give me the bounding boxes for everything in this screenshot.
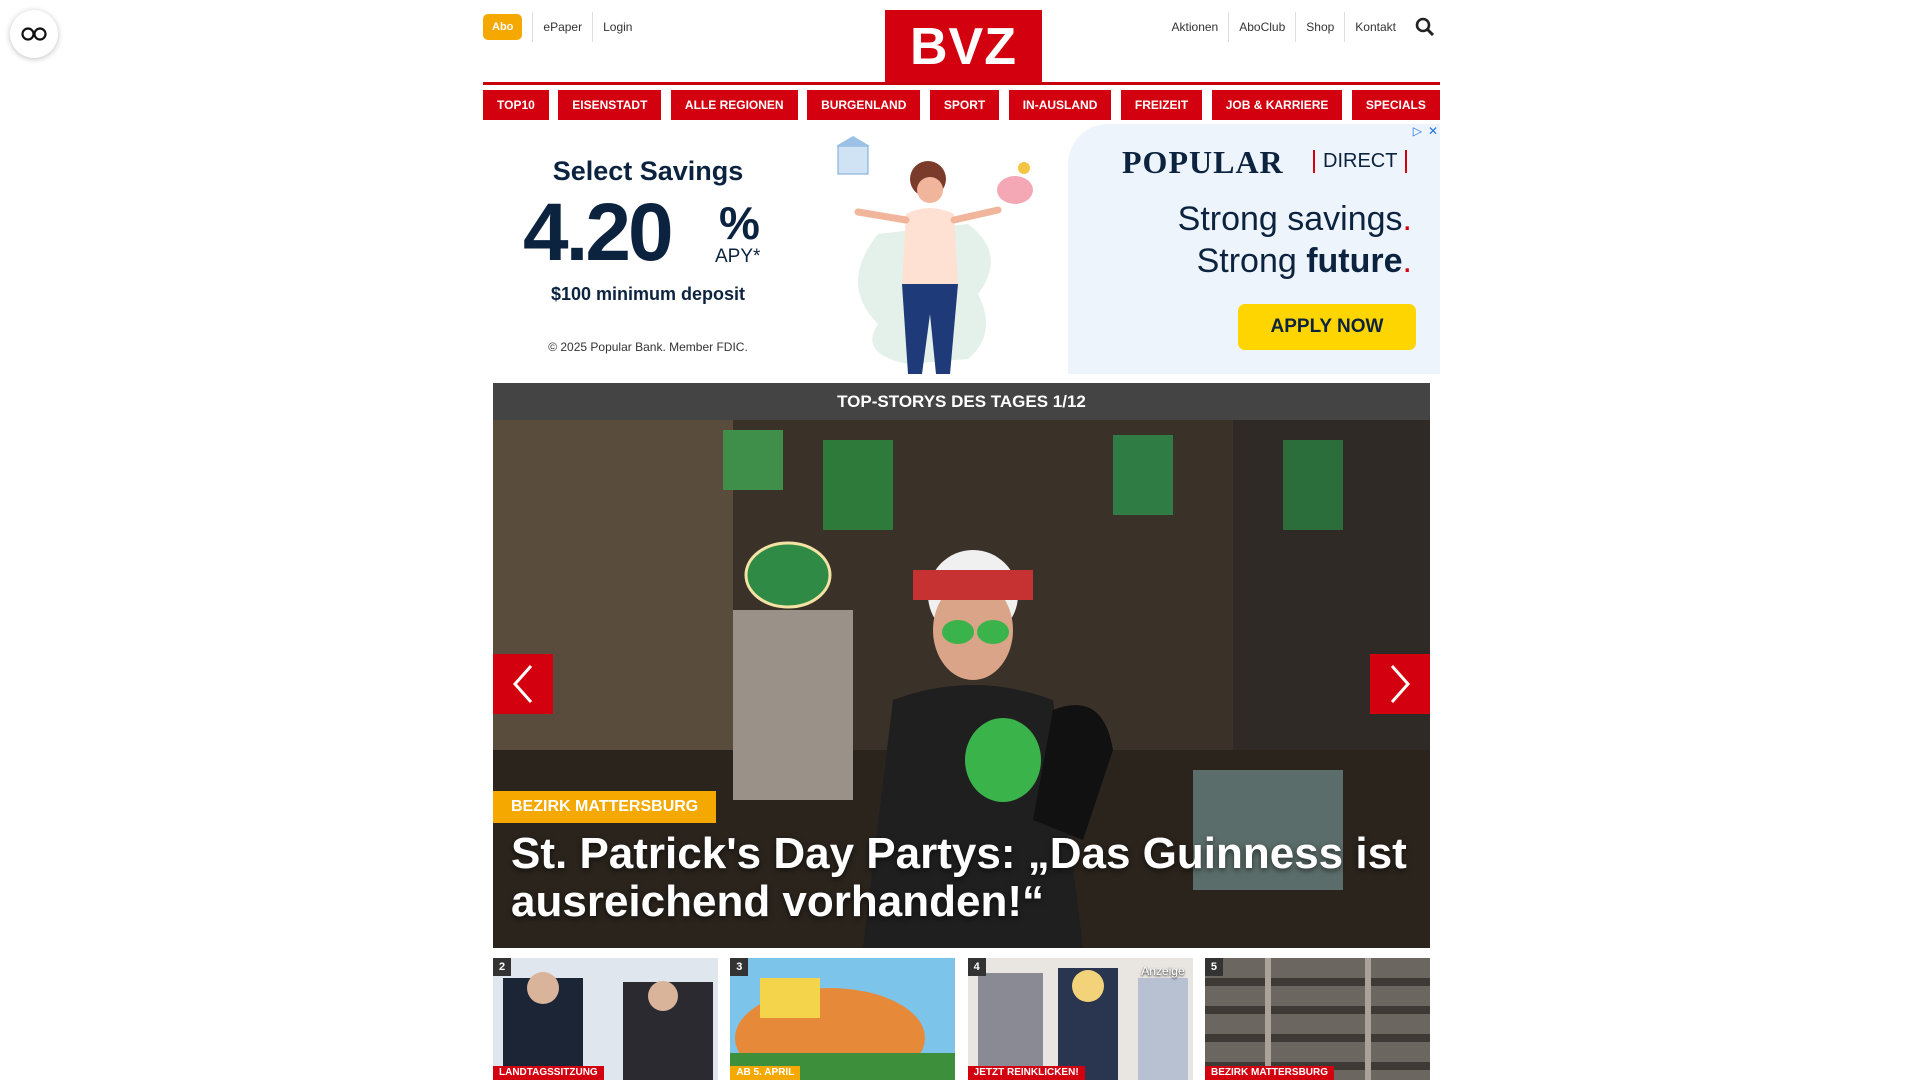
- ad-choices[interactable]: ▷ ✕: [1413, 124, 1438, 138]
- ad-percent: %: [719, 197, 760, 249]
- ad-slogan-2-dot: .: [1402, 242, 1412, 280]
- slider-next-button[interactable]: [1370, 654, 1430, 714]
- nav-item-burgenland[interactable]: BURGENLAND: [807, 90, 921, 120]
- aktionen-link[interactable]: Aktionen: [1162, 12, 1229, 42]
- top-stories-slider: TOP-STORYS DES TAGES 1/12 BEZIRK MATTERS…: [493, 383, 1430, 948]
- ad-minimum: $100 minimum deposit: [550, 284, 746, 304]
- nav-item-top10[interactable]: TOP10: [483, 90, 549, 120]
- teaser-card[interactable]: 4 Anzeige JETZT REINKLICKEN!: [967, 958, 1193, 1080]
- nav-item-in-ausland[interactable]: IN-AUSLAND: [1008, 90, 1112, 120]
- teaser-number: 3: [730, 958, 749, 976]
- kontakt-link[interactable]: Kontakt: [1344, 12, 1406, 42]
- ad-copyright: © 2025 Popular Bank. Member FDIC.: [548, 340, 748, 354]
- teaser-image: [493, 958, 718, 1080]
- ad-slogan-2-bold: future: [1306, 242, 1403, 280]
- nav-item-freizeit[interactable]: FREIZEIT: [1120, 90, 1203, 120]
- glasses-icon: [21, 27, 47, 41]
- bvz-logo[interactable]: BVZ: [885, 10, 1042, 84]
- search-button[interactable]: [1410, 12, 1440, 42]
- teaser-tag: AB 5. APRIL: [730, 1066, 801, 1080]
- ad-slogan-1: Strong savings.: [1178, 200, 1412, 239]
- aboclub-link[interactable]: AboClub: [1228, 12, 1295, 42]
- teaser-card[interactable]: 2 LANDTAGSSITZUNG: [493, 958, 718, 1080]
- abo-button[interactable]: Abo: [483, 14, 523, 40]
- nav-item-specials[interactable]: SPECIALS: [1351, 90, 1440, 120]
- adchoices-icon[interactable]: ▷: [1413, 124, 1422, 138]
- ad-offer: Select Savings 4.20 % APY* $100 minimum …: [483, 124, 813, 374]
- ad-brand-suffix: DIRECT: [1313, 150, 1408, 173]
- login-link[interactable]: Login: [592, 12, 642, 42]
- ad-title: Select Savings: [552, 156, 744, 186]
- ad-rate: 4.20: [523, 187, 674, 278]
- header-divider: [483, 82, 1440, 85]
- ad-label: Anzeige: [1141, 964, 1185, 978]
- teaser-tag: LANDTAGSSITZUNG: [493, 1066, 604, 1080]
- nav-item-eisenstadt[interactable]: EISENSTADT: [558, 90, 662, 120]
- close-icon[interactable]: ✕: [1428, 124, 1438, 138]
- ad-slogan-1-dot: .: [1402, 200, 1412, 238]
- header-left: Abo ePaper Login: [483, 12, 642, 42]
- ad-apy: APY*: [715, 246, 761, 267]
- teaser-tag: BEZIRK MATTERSBURG: [1204, 1066, 1335, 1080]
- teaser-card[interactable]: 5 BEZIRK MATTERSBURG: [1204, 958, 1430, 1080]
- slider-title: TOP-STORYS DES TAGES 1/12: [493, 383, 1430, 420]
- site-header: Abo ePaper Login BVZ Aktionen AboClub Sh…: [483, 0, 1440, 85]
- story-headline[interactable]: St. Patrick's Day Partys: „Das Guinness …: [511, 830, 1411, 926]
- ad-slogan-2: Strong future.: [1197, 242, 1412, 281]
- epaper-link[interactable]: ePaper: [532, 12, 592, 42]
- nav-item-alle-regionen[interactable]: ALLE REGIONEN: [670, 90, 798, 120]
- ad-slogan-1-text: Strong savings: [1177, 200, 1403, 238]
- advertisement-banner[interactable]: Select Savings 4.20 % APY* $100 minimum …: [483, 124, 1440, 374]
- ad-brand-panel: POPULAR DIRECT Strong savings. Strong fu…: [1068, 124, 1440, 374]
- ad-illustration: [836, 136, 1033, 374]
- teaser-image: [730, 958, 956, 1080]
- teaser-card[interactable]: 3 AB 5. APRIL: [730, 958, 956, 1080]
- search-icon: [1415, 17, 1435, 37]
- shop-link[interactable]: Shop: [1295, 12, 1344, 42]
- ad-slogan-2-prefix: Strong: [1196, 242, 1307, 280]
- chevron-left-icon: [512, 665, 533, 703]
- nav-item-sport[interactable]: SPORT: [929, 90, 1000, 120]
- teaser-tag: JETZT REINKLICKEN!: [967, 1066, 1085, 1080]
- apply-now-button[interactable]: APPLY NOW: [1238, 304, 1416, 350]
- ad-brand: POPULAR: [1122, 144, 1284, 180]
- slide[interactable]: BEZIRK MATTERSBURG St. Patrick's Day Par…: [493, 420, 1430, 948]
- nav-item-job-karriere[interactable]: JOB & KARRIERE: [1211, 90, 1343, 120]
- page-wrapper: Abo ePaper Login BVZ Aktionen AboClub Sh…: [483, 0, 1440, 1080]
- story-teasers: 2 LANDTAGSSITZUNG 3 AB 5. APRIL 4 Anzeig…: [493, 958, 1430, 1080]
- teaser-number: 4: [967, 958, 986, 976]
- story-kicker[interactable]: BEZIRK MATTERSBURG: [493, 791, 717, 823]
- teaser-number: 2: [493, 958, 511, 976]
- reader-mode-button[interactable]: [10, 10, 58, 58]
- slider-prev-button[interactable]: [493, 654, 553, 714]
- chevron-right-icon: [1390, 665, 1411, 703]
- main-nav: TOP10 EISENSTADT ALLE REGIONEN BURGENLAN…: [483, 90, 1440, 120]
- header-right: Aktionen AboClub Shop Kontakt: [1162, 12, 1440, 42]
- teaser-image: [1204, 958, 1430, 1080]
- teaser-number: 5: [1204, 958, 1223, 976]
